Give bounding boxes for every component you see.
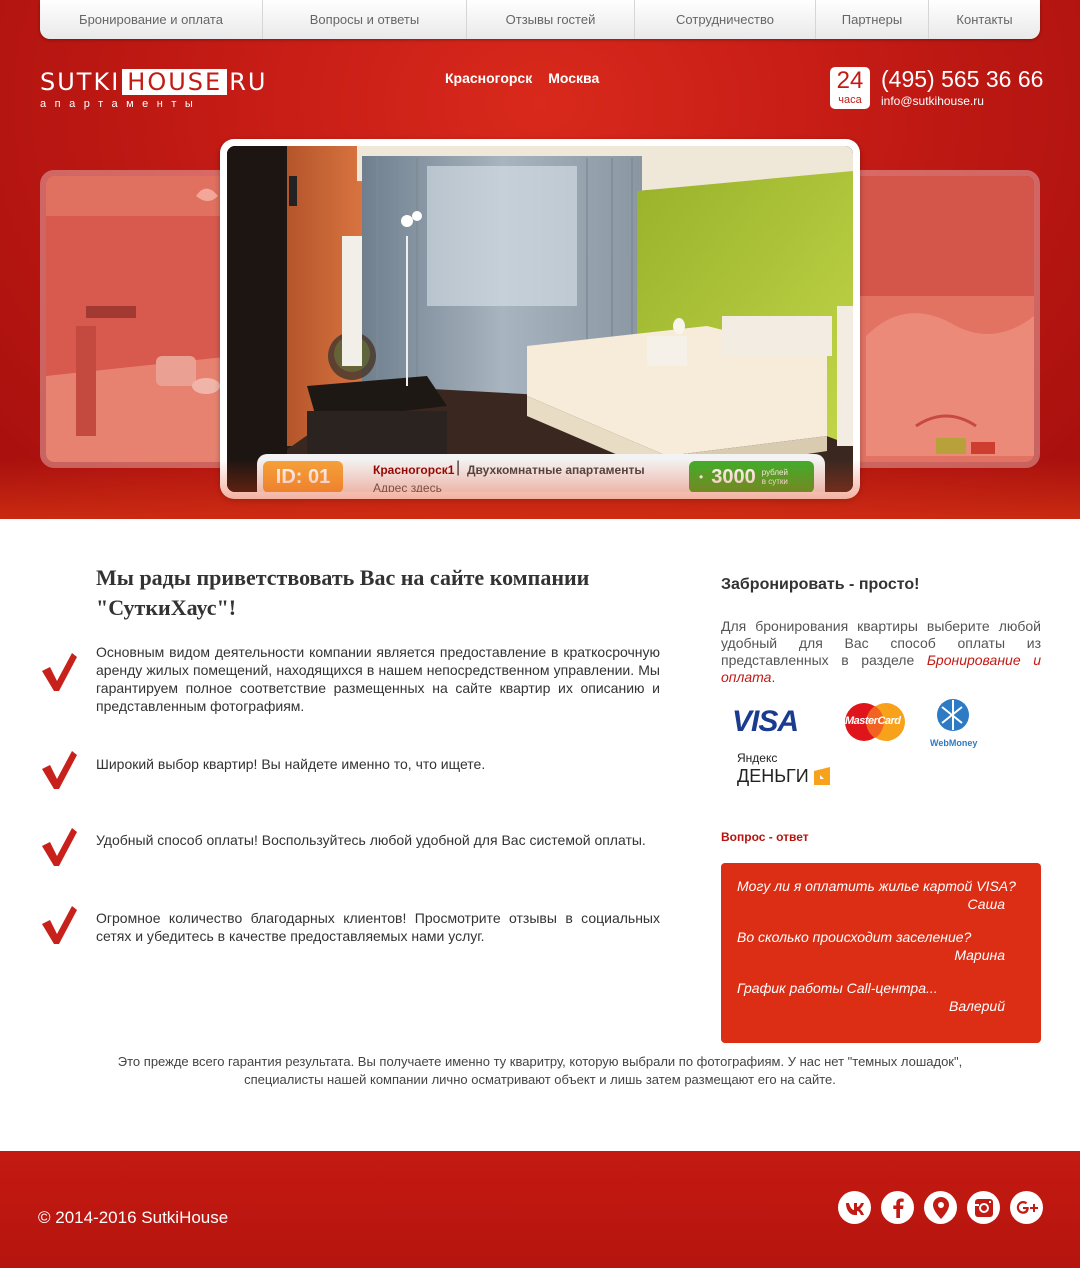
apartment-city-link[interactable]: Красногорск1 xyxy=(373,463,454,477)
webmoney-logo: WebMoney xyxy=(930,698,978,750)
top-navigation: Бронирование и оплата Вопросы и ответы О… xyxy=(40,0,1040,39)
email-link[interactable]: info@sutkihouse.ru xyxy=(881,94,1043,108)
mastercard-logo-text: MasterCard xyxy=(845,715,901,727)
feature-text: Удобный способ оплаты! Воспользуйтесь лю… xyxy=(96,832,646,848)
apartment-address: Адрес здесь xyxy=(373,481,442,492)
phone-number[interactable]: (495) 565 36 66 xyxy=(881,66,1043,92)
yandex-logo-text: ДЕНЬГИ xyxy=(737,766,809,786)
visa-logo-text: VISA xyxy=(732,705,799,738)
apartment-id-badge: ID: 01 xyxy=(263,461,343,492)
next-slide-photo xyxy=(846,176,1034,462)
site-logo[interactable]: SUTKI HOUSE RU апартаменты xyxy=(40,68,267,110)
apartment-photo: ID: 01 Красногорск1 | Двухкомнатные апар… xyxy=(227,146,853,492)
qa-question[interactable]: График работы Call-центра... xyxy=(737,979,1025,997)
qa-question[interactable]: Могу ли я оплатить жилье картой VISA? xyxy=(737,877,1025,895)
footer: © 2014-2016 SutkiHouse xyxy=(0,1151,1080,1268)
city-moscow-link[interactable]: Москва xyxy=(548,70,599,86)
qa-author: Валерий xyxy=(948,998,1005,1014)
feature-item: Основным видом деятельности компании явл… xyxy=(40,643,660,715)
logo-part-ru: RU xyxy=(229,68,268,96)
logo-part-house: HOUSE xyxy=(122,69,228,95)
mastercard-logo: MasterCard xyxy=(844,702,906,742)
nav-faq[interactable]: Вопросы и ответы xyxy=(263,0,467,39)
city-selector: Красногорск Москва xyxy=(445,70,599,86)
qa-title[interactable]: Вопрос - ответ xyxy=(721,830,809,844)
yandex-logo-line2: ДЕНЬГИ xyxy=(737,765,834,787)
booking-section: Забронировать - просто! Для бронирования… xyxy=(721,576,1041,686)
bedroom-photo-illustration xyxy=(227,146,853,492)
visa-logo: VISA xyxy=(732,705,799,739)
logo-tagline: апартаменты xyxy=(40,98,202,110)
feature-item: Огромное количество благодарных клиентов… xyxy=(40,906,660,945)
copyright: © 2014-2016 SutkiHouse xyxy=(38,1208,229,1227)
nav-cooperation[interactable]: Сотрудничество xyxy=(635,0,816,39)
price-unit-period: в сутки xyxy=(761,477,788,486)
apartment-caption: ID: 01 Красногорск1 | Двухкомнатные апар… xyxy=(257,454,825,492)
slider-prev-slide[interactable] xyxy=(40,170,240,468)
webmoney-logo-text: WebMoney xyxy=(930,738,978,748)
header-contact: 24 часа (495) 565 36 66 info@sutkihouse.… xyxy=(830,66,1043,109)
24h-badge: 24 часа xyxy=(830,67,870,109)
nav-booking-payment[interactable]: Бронирование и оплата xyxy=(40,0,263,39)
price-unit-currency: рублей xyxy=(761,468,788,477)
booking-text: Для бронирования квартиры выберите любой… xyxy=(721,618,1041,686)
caption-separator: | xyxy=(456,459,461,476)
price-bullet: • xyxy=(699,470,704,484)
qa-author: Саша xyxy=(967,896,1005,912)
apartment-type: Двухкомнатные апартаменты xyxy=(467,463,645,477)
prev-slide-photo xyxy=(46,176,234,462)
qa-author: Марина xyxy=(954,947,1005,963)
feature-text: Широкий выбор квартир! Вы найдете именно… xyxy=(96,756,486,772)
yandex-money-logo: Яндекс ДЕНЬГИ xyxy=(737,752,834,787)
checkmark-icon xyxy=(42,751,77,789)
slider-next-slide[interactable] xyxy=(840,170,1040,468)
guarantee-text: Это прежде всего гарантия результата. Вы… xyxy=(40,1053,1040,1089)
qa-box: Могу ли я оплатить жилье картой VISA? Са… xyxy=(721,863,1041,1043)
price-value: 3000 xyxy=(711,465,756,488)
apartment-price-badge[interactable]: • 3000 рублей в сутки xyxy=(689,461,814,492)
guarantee-text-line2: специалисты нашей компании лично осматри… xyxy=(244,1072,836,1087)
instagram-icon[interactable] xyxy=(967,1191,1000,1224)
logo-part-sutki: SUTKI xyxy=(40,68,121,96)
map-pin-icon[interactable] xyxy=(924,1191,957,1224)
price-unit: рублей в сутки xyxy=(762,468,788,486)
nav-reviews[interactable]: Отзывы гостей xyxy=(467,0,635,39)
qa-item[interactable]: Во сколько происходит заселение? Марина xyxy=(737,928,1025,964)
checkmark-icon xyxy=(42,906,77,944)
vk-icon[interactable] xyxy=(838,1191,871,1224)
webmoney-globe-icon xyxy=(937,699,969,731)
qa-item[interactable]: Могу ли я оплатить жилье картой VISA? Са… xyxy=(737,877,1025,913)
yandex-logo-line1: Яндекс xyxy=(737,751,778,765)
feature-text: Основным видом деятельности компании явл… xyxy=(96,644,660,714)
facebook-icon[interactable] xyxy=(881,1191,914,1224)
checkmark-icon xyxy=(42,653,77,691)
24h-badge-label: часа xyxy=(838,94,862,106)
nav-partners[interactable]: Партнеры xyxy=(816,0,929,39)
feature-item: Удобный способ оплаты! Воспользуйтесь лю… xyxy=(40,828,660,866)
booking-text-end: . xyxy=(771,669,776,685)
yandex-wallet-icon xyxy=(813,767,830,785)
qa-question[interactable]: Во сколько происходит заселение? xyxy=(737,928,1025,946)
welcome-heading: Мы рады приветствовать Вас на сайте комп… xyxy=(96,565,590,620)
social-links xyxy=(838,1191,1043,1224)
24h-badge-number: 24 xyxy=(836,67,864,94)
feature-item: Широкий выбор квартир! Вы найдете именно… xyxy=(40,751,660,789)
city-krasnogorsk-link[interactable]: Красногорск xyxy=(445,70,532,86)
google-plus-icon[interactable] xyxy=(1010,1191,1043,1224)
header-hero: Бронирование и оплата Вопросы и ответы О… xyxy=(0,0,1080,519)
logo-wordmark: SUTKI HOUSE RU xyxy=(40,68,267,96)
slider-main-slide[interactable]: ID: 01 Красногорск1 | Двухкомнатные апар… xyxy=(220,139,860,499)
nav-contacts[interactable]: Контакты xyxy=(929,0,1040,39)
booking-title: Забронировать - просто! xyxy=(721,576,920,593)
feature-text: Огромное количество благодарных клиентов… xyxy=(96,910,660,944)
guarantee-text-line1: Это прежде всего гарантия результата. Вы… xyxy=(117,1054,963,1069)
checkmark-icon xyxy=(42,828,77,866)
qa-item[interactable]: График работы Call-центра... Валерий xyxy=(737,979,1025,1015)
